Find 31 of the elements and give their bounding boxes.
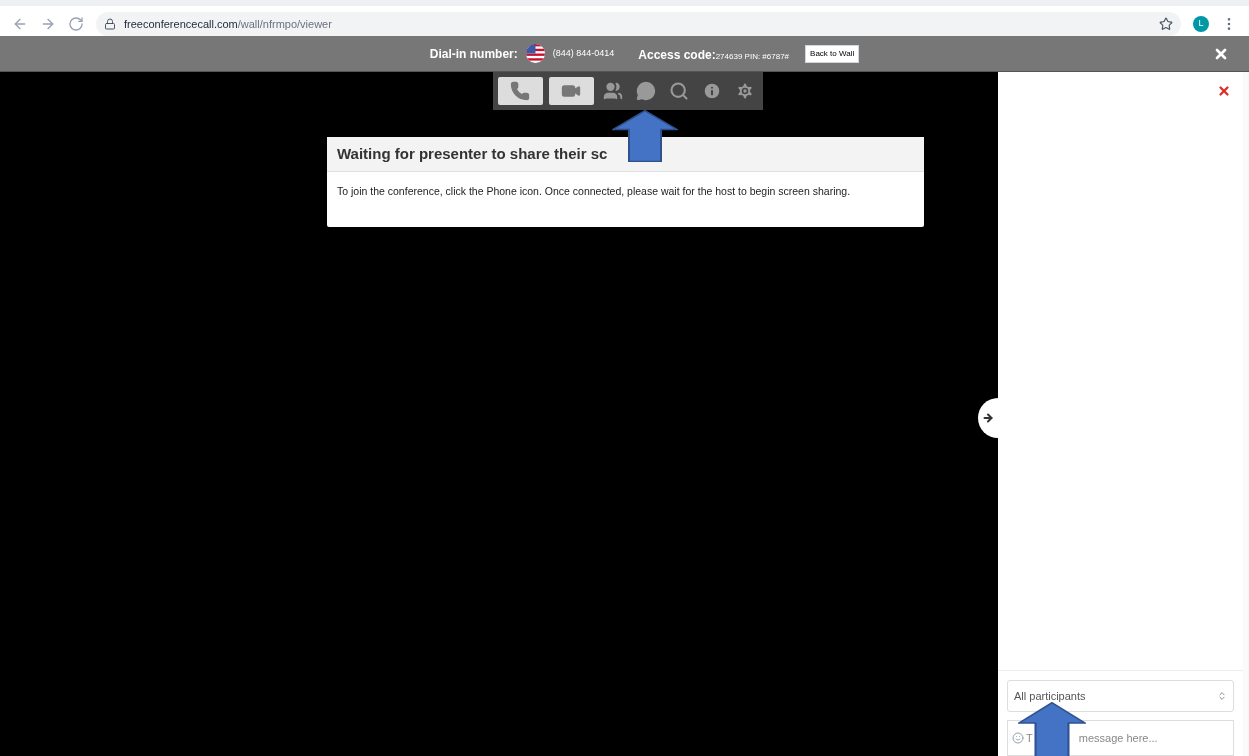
access-code-text: Access code:274639 PIN: #6787# (638, 46, 790, 64)
dialog-title: Waiting for presenter to share their sc (337, 143, 608, 164)
search-icon (668, 81, 689, 101)
people-icon (603, 81, 624, 101)
dialog-message: To join the conference, click the Phone icon. Once connected, please wait for the host to begin screen sharing. (336, 184, 852, 199)
chat-bubble-icon (636, 81, 657, 101)
video-button[interactable] (549, 77, 594, 105)
url-text: freeconferencecall.com/wall/nfrmpo/viewer (124, 16, 332, 32)
back-to-wall-button[interactable]: Back to Wall (805, 44, 860, 63)
placeholder-text-end: message here... (1078, 730, 1158, 746)
profile-avatar[interactable]: L (1193, 16, 1209, 32)
info-icon (701, 81, 722, 101)
bookmark-star-icon[interactable] (1159, 17, 1173, 31)
collapse-panel-tab[interactable] (978, 398, 998, 438)
us-flag-icon (525, 44, 545, 63)
placeholder-text-start: T (1026, 730, 1033, 746)
phone-button[interactable] (498, 77, 543, 105)
dial-in-number: (844) 844-0414 (552, 46, 615, 60)
annotation-arrow (612, 110, 678, 162)
forward-icon[interactable] (40, 16, 56, 32)
right-arrow-icon (982, 412, 994, 424)
address-bar[interactable]: freeconferencecall.com/wall/nfrmpo/viewer (96, 12, 1181, 36)
dial-in-label: Dial-in number: (429, 45, 518, 63)
back-icon[interactable] (12, 16, 28, 32)
recipient-select[interactable]: All participants (1007, 680, 1234, 712)
emoji-icon (1012, 732, 1024, 744)
phone-icon (510, 81, 531, 101)
reload-icon[interactable] (68, 16, 84, 32)
close-panel-icon[interactable] (1217, 84, 1231, 98)
select-caret-icon (1217, 691, 1227, 701)
lock-icon (104, 18, 116, 30)
